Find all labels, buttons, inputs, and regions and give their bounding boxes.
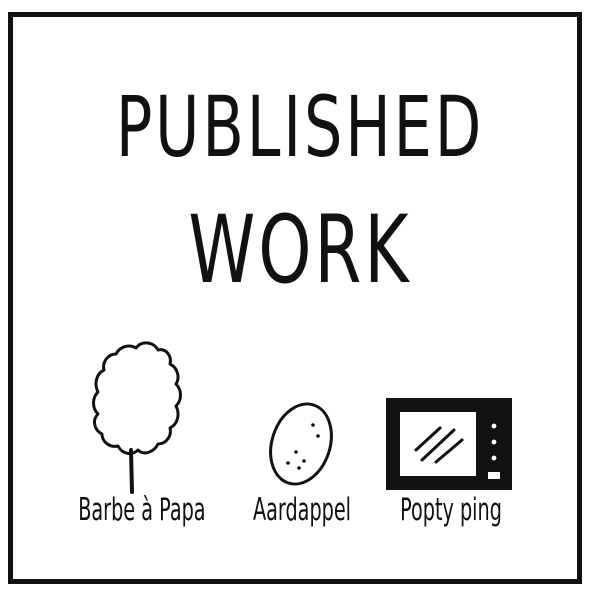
caption-aardappel: Aardappel [252,492,352,528]
microwave-icon [386,398,512,490]
caption-barbe-a-papa: Barbe à Papa [78,492,206,528]
cotton-candy-icon [92,341,182,494]
caption-popty-ping: Popty ping [400,492,502,528]
page-title-line-1: PUBLISHED [115,78,485,176]
potato-icon [269,402,333,486]
page-title-line-2: WORK [188,196,412,305]
